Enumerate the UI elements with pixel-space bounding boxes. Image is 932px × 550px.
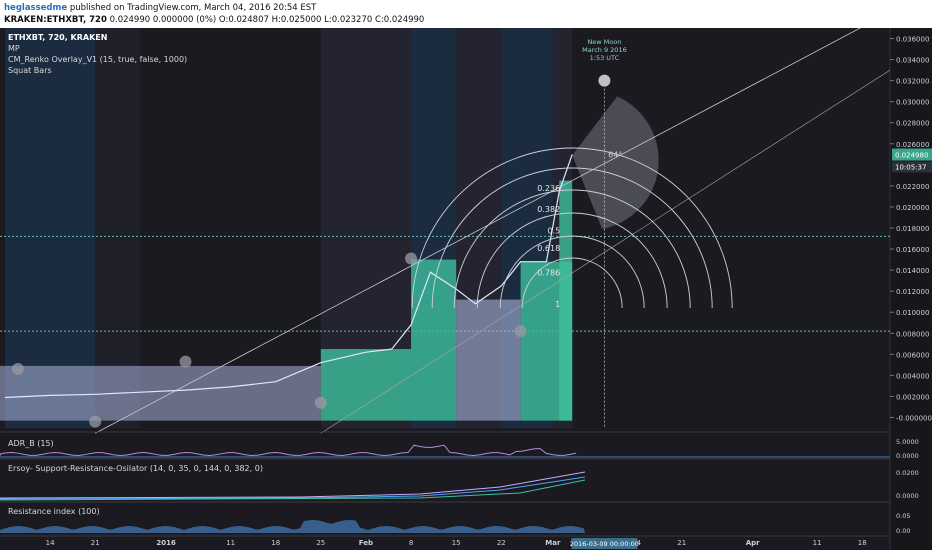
- y-tick-label: 0.016000: [896, 246, 929, 254]
- angle-label: 64°: [608, 150, 622, 159]
- resist-tick: 0.05: [896, 512, 910, 520]
- chart-area[interactable]: 0.036000 0.034000 0.032000 0.030000 0.028000…: [0, 28, 932, 550]
- pane-title-adr[interactable]: ADR_B (15): [8, 439, 54, 448]
- time-axis-label: 8: [409, 539, 413, 547]
- time-axis-label: 22: [497, 539, 506, 547]
- pivot-circle[interactable]: [314, 396, 327, 409]
- resist-tick: 0.00: [896, 527, 910, 535]
- quote-line: KRAKEN:ETHXBT, 720 0.024990 0.000000 (0%…: [4, 15, 424, 25]
- pivot-circle[interactable]: [179, 355, 192, 368]
- pivot-circle[interactable]: [514, 325, 527, 338]
- time-axis-label: 11: [226, 539, 235, 547]
- legend-item-renko[interactable]: CM_Renko Overlay_V1 (15, true, false, 10…: [8, 55, 187, 64]
- time-axis-label: Mar: [545, 539, 561, 547]
- y-tick-label: 0.006000: [896, 351, 929, 359]
- y-tick-label: 0.026000: [896, 141, 929, 149]
- chart-header: heglassedme published on TradingView.com…: [0, 0, 932, 28]
- time-axis-label: 14: [46, 539, 55, 547]
- y-tick-label: 0.030000: [896, 99, 929, 107]
- fib-level-label: 0.5: [547, 226, 560, 235]
- time-axis-label: 11: [813, 539, 822, 547]
- time-axis-label: Feb: [359, 539, 373, 547]
- renko-block: [456, 299, 521, 421]
- ersoy-line-2: [0, 476, 586, 500]
- moon-label: New Moon: [587, 38, 621, 46]
- y-tick-label: 0.008000: [896, 330, 929, 338]
- moon-label: 1:53 UTC: [590, 54, 620, 62]
- pane-title-resist[interactable]: Resistance index (100): [8, 507, 100, 516]
- y-tick-label: 0.028000: [896, 120, 929, 128]
- y-tick-label: 0.018000: [896, 225, 929, 233]
- adr-line: [0, 444, 577, 456]
- moon-label: March 9 2016: [582, 46, 627, 54]
- y-tick-label: 0.020000: [896, 204, 929, 212]
- fib-level-label: 0.618: [537, 244, 560, 253]
- last-price-tag-text: 0.024980: [895, 152, 928, 160]
- time-axis-label: 25: [316, 539, 325, 547]
- y-tick-label: 0.004000: [896, 372, 929, 380]
- legend-symbol: ETHXBT, 720, KRAKEN: [8, 33, 108, 42]
- time-cursor-label: 2016-03-09 00:00:00: [570, 540, 639, 548]
- time-axis-label: 18: [858, 539, 867, 547]
- publish-line: heglassedme published on TradingView.com…: [4, 3, 316, 13]
- renko-block: [559, 180, 573, 421]
- countdown-tag-text: 10:05:37: [895, 164, 926, 172]
- pivot-circle[interactable]: [405, 252, 418, 265]
- legend-item-mp[interactable]: MP: [8, 44, 20, 53]
- legend-item-squat[interactable]: Squat Bars: [8, 66, 52, 75]
- y-tick-label: 0.034000: [896, 57, 929, 65]
- moon-marker[interactable]: [598, 74, 611, 87]
- y-tick-label: 0.036000: [896, 36, 929, 44]
- adr-tick: 0.0000: [896, 452, 919, 460]
- time-axis-label: 21: [677, 539, 686, 547]
- fib-level-label: 0.236: [537, 184, 560, 193]
- adr-tick: 5.0000: [896, 438, 919, 446]
- y-tick-label: 0.032000: [896, 78, 929, 86]
- ersoy-tick: 0.0000: [896, 492, 919, 500]
- author-link[interactable]: heglassedme: [4, 3, 67, 13]
- quote-values: 0.024990 0.000000 (0%) O:0.024807 H:0.02…: [109, 15, 425, 25]
- publish-info: published on TradingView.com, March 04, …: [69, 3, 317, 13]
- ersoy-tick: 0.0200: [896, 469, 919, 477]
- time-axis-label: 21: [91, 539, 100, 547]
- renko-block: [411, 259, 457, 421]
- y-tick-label: 0.010000: [896, 309, 929, 317]
- y-tick-label: -0.000000: [896, 414, 932, 422]
- quote-symbol: KRAKEN:ETHXBT, 720: [4, 15, 107, 25]
- y-tick-label: 0.002000: [896, 393, 929, 401]
- y-tick-label: 0.022000: [896, 183, 929, 191]
- time-axis-label: 18: [271, 539, 280, 547]
- y-tick-label: 0.014000: [896, 267, 929, 275]
- fib-level-label: 1: [555, 300, 560, 309]
- angle-wedge[interactable]: [572, 96, 659, 230]
- time-axis-label: 2016: [156, 539, 176, 547]
- y-tick-label: 0.012000: [896, 288, 929, 296]
- pane-title-ersoy[interactable]: Ersoy- Support-Resistance-Osilator (14, …: [8, 464, 263, 473]
- renko-base-block: [0, 365, 321, 421]
- pivot-circle[interactable]: [89, 415, 102, 428]
- resist-area: [0, 520, 585, 533]
- fib-level-label: 0.786: [537, 268, 560, 277]
- fib-level-label: 0.382: [537, 205, 560, 214]
- time-axis-label: Apr: [746, 539, 760, 547]
- time-axis-label: 15: [452, 539, 461, 547]
- pivot-circle[interactable]: [11, 363, 24, 376]
